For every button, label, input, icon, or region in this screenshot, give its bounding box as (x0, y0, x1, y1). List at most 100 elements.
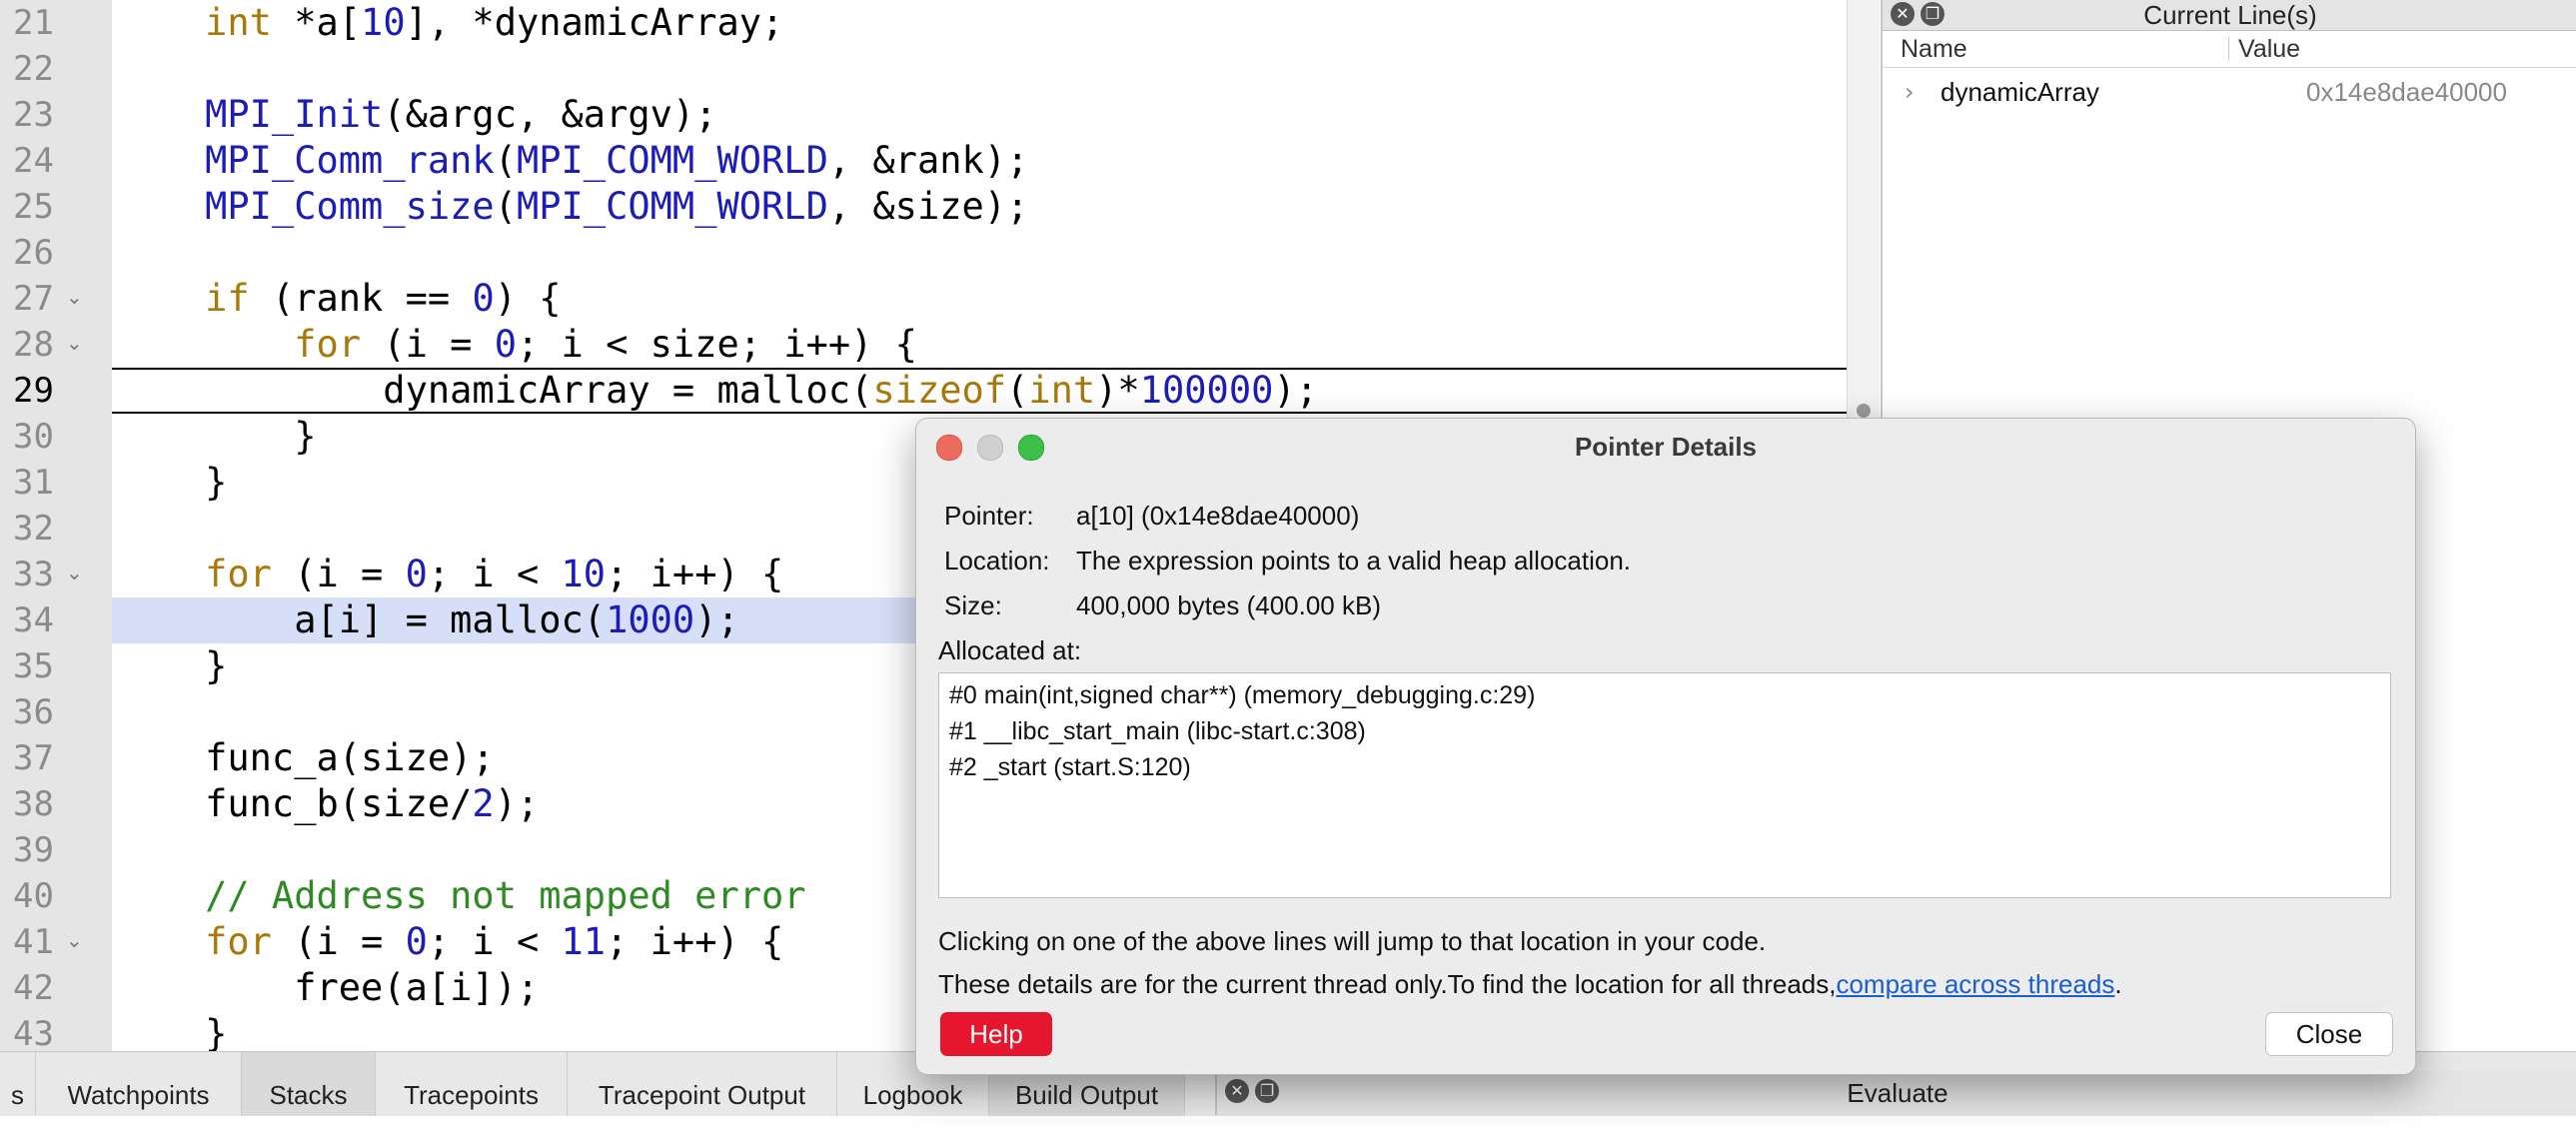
code-token: (i = (271, 920, 406, 963)
close-panel-icon[interactable]: ✕ (1891, 2, 1915, 26)
scroll-position-marker[interactable] (1857, 404, 1871, 418)
code-token: func_a(size); (116, 736, 495, 779)
column-divider[interactable] (2228, 37, 2229, 61)
code-line[interactable]: 22 (0, 46, 1847, 92)
expand-chevron-icon[interactable]: › (1905, 70, 1915, 114)
tab-stacks[interactable]: Stacks (242, 1052, 376, 1116)
code-line[interactable]: 26 (0, 230, 1847, 276)
line-number[interactable]: 27 (8, 276, 54, 322)
code-text[interactable]: MPI_Comm_rank(MPI_COMM_WORLD, &rank); (112, 138, 1847, 184)
line-number[interactable]: 31 (8, 460, 54, 506)
column-header-name[interactable]: Name (1901, 31, 1967, 67)
code-text[interactable]: MPI_Comm_size(MPI_COMM_WORLD, &size); (112, 184, 1847, 230)
line-number[interactable]: 28 (8, 322, 54, 368)
variable-row[interactable]: › dynamicArray 0x14e8dae40000 (1883, 70, 2576, 114)
column-header-value[interactable]: Value (2238, 31, 2300, 67)
tab-partial[interactable]: s (0, 1052, 36, 1116)
line-number[interactable]: 37 (8, 735, 54, 781)
current-code-line[interactable]: 29 dynamicArray = malloc(sizeof(int)*100… (0, 368, 1847, 414)
line-number[interactable]: 43 (8, 1011, 54, 1051)
line-number[interactable]: 35 (8, 643, 54, 689)
code-token: sizeof (872, 369, 1007, 412)
line-number[interactable]: 21 (8, 0, 54, 46)
code-line[interactable]: 27 ⌄ if (rank == 0) { (0, 276, 1847, 322)
line-number[interactable]: 23 (8, 92, 54, 138)
line-number[interactable]: 41 (8, 919, 54, 965)
help-button[interactable]: Help (940, 1012, 1052, 1056)
stack-frame-0[interactable]: #0 main(int,signed char**) (memory_debug… (949, 681, 1535, 710)
code-token: ( (1006, 369, 1029, 412)
code-text[interactable] (112, 230, 1847, 276)
fold-chevron-icon[interactable]: ⌄ (66, 330, 83, 355)
line-number[interactable]: 40 (8, 873, 54, 919)
window-close-icon[interactable] (936, 435, 962, 461)
window-zoom-icon[interactable] (1018, 435, 1044, 461)
location-value: The expression points to a valid heap al… (1076, 546, 1632, 575)
code-token: (&argc, &argv); (383, 93, 717, 136)
code-token: ; i++) { (606, 920, 784, 963)
code-token: } (116, 461, 228, 504)
line-number[interactable]: 29 (8, 368, 54, 414)
line-number[interactable]: 42 (8, 965, 54, 1011)
code-line[interactable]: 28 ⌄ for (i = 0; i < size; i++) { (0, 322, 1847, 368)
line-number[interactable]: 34 (8, 597, 54, 643)
line-number[interactable]: 32 (8, 506, 54, 552)
pointer-label: Pointer: (944, 501, 1034, 531)
line-number[interactable]: 25 (8, 184, 54, 230)
code-token: 11 (561, 920, 607, 963)
pointer-details-dialog: Pointer Details Pointer: a[10] (0x14e8da… (915, 418, 2416, 1075)
line-number[interactable]: 33 (8, 552, 54, 597)
line-number[interactable]: 24 (8, 138, 54, 184)
code-text[interactable]: int *a[10], *dynamicArray; (112, 0, 1847, 46)
line-number[interactable]: 36 (8, 689, 54, 735)
allocation-stack-list[interactable]: #0 main(int,signed char**) (memory_debug… (938, 672, 2391, 898)
code-token: , &size); (827, 185, 1029, 228)
line-number[interactable]: 26 (8, 230, 54, 276)
code-token: ], *dynamicArray; (405, 1, 784, 44)
code-line[interactable]: 23 MPI_Init(&argc, &argv); (0, 92, 1847, 138)
code-text[interactable]: if (rank == 0) { (112, 276, 1847, 322)
float-panel-icon[interactable]: ❐ (1255, 1079, 1279, 1103)
code-token: for (205, 920, 272, 963)
tab-tracepoint-output[interactable]: Tracepoint Output (568, 1052, 837, 1116)
panel-title: Current Line(s) (2143, 0, 2317, 30)
line-number[interactable]: 30 (8, 414, 54, 460)
code-token: int (1028, 369, 1096, 412)
code-token: (rank == (249, 277, 473, 320)
line-number[interactable]: 22 (8, 46, 54, 92)
dialog-titlebar[interactable]: Pointer Details (916, 419, 2415, 475)
code-line[interactable]: 25 MPI_Comm_size(MPI_COMM_WORLD, &size); (0, 184, 1847, 230)
code-token: ; i++) { (606, 553, 784, 595)
tab-tracepoints[interactable]: Tracepoints (376, 1052, 568, 1116)
window-minimize-icon[interactable] (977, 435, 1003, 461)
code-token: } (116, 644, 228, 687)
line-number[interactable]: 38 (8, 781, 54, 827)
line-number[interactable]: 39 (8, 827, 54, 873)
code-text[interactable]: for (i = 0; i < size; i++) { (112, 322, 1847, 368)
fold-chevron-icon[interactable]: ⌄ (66, 927, 83, 952)
stack-frame-2[interactable]: #2 _start (start.S:120) (949, 753, 1191, 782)
code-text[interactable] (112, 46, 1847, 92)
code-token: dynamicArray = malloc( (116, 369, 873, 412)
stack-frame-1[interactable]: #1 __libc_start_main (libc-start.c:308) (949, 717, 1366, 746)
tab-watchpoints[interactable]: Watchpoints (36, 1052, 242, 1116)
code-line[interactable]: 21 int *a[10], *dynamicArray; (0, 0, 1847, 46)
code-token: 0 (494, 323, 517, 366)
thread-hint-prefix: These details are for the current thread… (938, 969, 1837, 999)
code-token: 1000 (606, 598, 695, 641)
close-panel-icon[interactable]: ✕ (1225, 1079, 1249, 1103)
float-panel-icon[interactable]: ❐ (1921, 2, 1944, 26)
code-text[interactable]: MPI_Init(&argc, &argv); (112, 92, 1847, 138)
code-token: *a[ (271, 1, 362, 44)
code-text[interactable]: dynamicArray = malloc(sizeof(int)*100000… (112, 368, 1847, 414)
code-line[interactable]: 24 MPI_Comm_rank(MPI_COMM_WORLD, &rank); (0, 138, 1847, 184)
variable-name: dynamicArray (1940, 77, 2099, 107)
variable-value: 0x14e8dae40000 (2306, 77, 2507, 107)
code-token: for (205, 553, 272, 595)
fold-chevron-icon[interactable]: ⌄ (66, 284, 83, 309)
fold-chevron-icon[interactable]: ⌄ (66, 560, 83, 584)
close-button[interactable]: Close (2265, 1012, 2393, 1056)
compare-across-threads-link[interactable]: compare across threads (1836, 969, 2114, 999)
